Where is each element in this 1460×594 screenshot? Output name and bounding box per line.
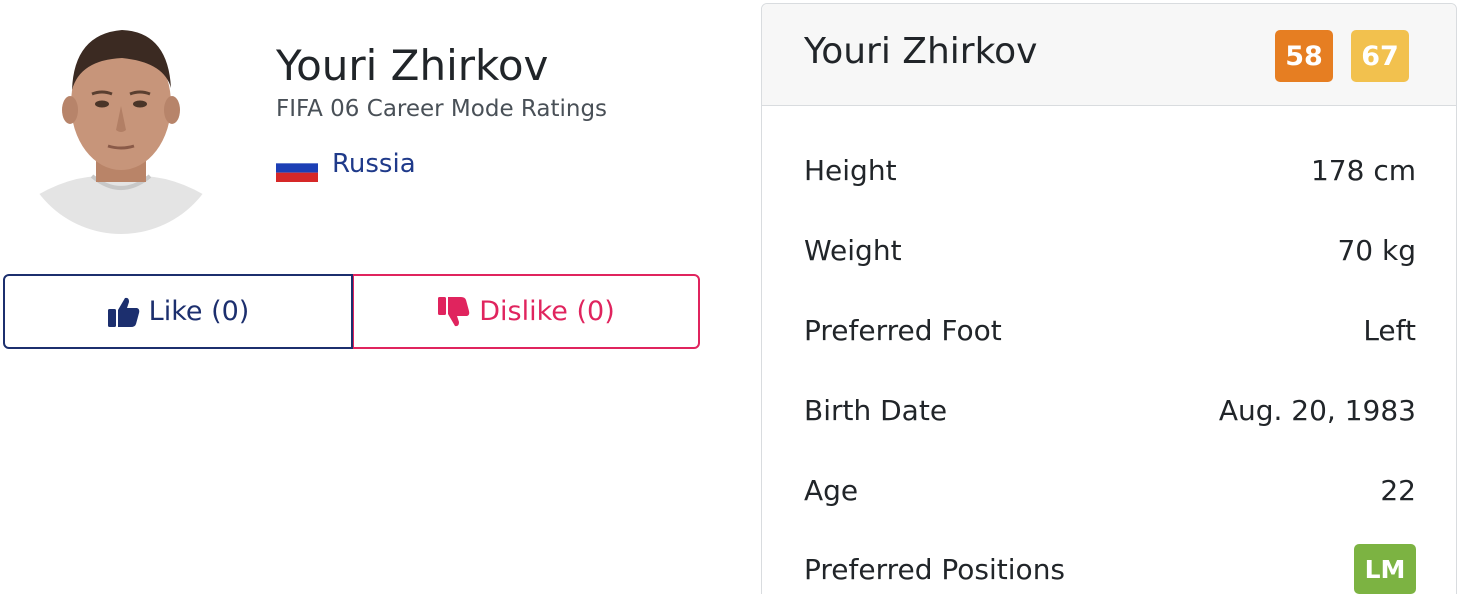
dislike-button[interactable]: Dislike (0) <box>353 274 700 349</box>
attribute-row-weight: Weight 70 kg <box>804 230 1416 270</box>
attribute-label: Age <box>804 473 859 507</box>
attribute-row-age: Age 22 <box>804 470 1416 510</box>
attribute-label: Preferred Positions <box>804 552 1066 586</box>
player-name: Youri Zhirkov <box>276 41 549 90</box>
attribute-value: 22 <box>1380 473 1416 507</box>
position-badge[interactable]: LM <box>1354 544 1416 594</box>
card-header: Youri Zhirkov 58 67 <box>762 4 1456 106</box>
attribute-label: Birth Date <box>804 393 948 427</box>
attribute-row-preferred-positions: Preferred Positions LM <box>804 544 1416 594</box>
nation-link[interactable]: Russia <box>276 146 416 182</box>
dislike-label: Dislike (0) <box>479 296 615 327</box>
player-avatar <box>18 18 224 244</box>
russia-flag-icon <box>276 154 318 182</box>
player-page: Youri Zhirkov FIFA 06 Career Mode Rating… <box>0 0 1460 594</box>
attribute-value: 70 kg <box>1337 233 1416 267</box>
attribute-value: Left <box>1363 313 1416 347</box>
attribute-row-preferred-foot: Preferred Foot Left <box>804 310 1416 350</box>
attribute-value: 178 cm <box>1310 153 1416 187</box>
thumbs-down-icon <box>437 296 471 328</box>
player-info-card: Youri Zhirkov 58 67 Height 178 cm Weight… <box>761 3 1457 594</box>
overall-rating-badge: 58 <box>1275 30 1333 82</box>
potential-rating-badge: 67 <box>1351 30 1409 82</box>
like-button[interactable]: Like (0) <box>3 274 353 349</box>
nation-name[interactable]: Russia <box>332 146 416 182</box>
thumbs-up-icon <box>107 296 141 328</box>
attribute-label: Preferred Foot <box>804 313 1002 347</box>
card-title: Youri Zhirkov <box>804 31 1038 72</box>
attribute-value: Aug. 20, 1983 <box>1218 393 1416 427</box>
attribute-label: Height <box>804 153 897 187</box>
like-label: Like (0) <box>148 296 250 327</box>
attribute-label: Weight <box>804 233 902 267</box>
attribute-row-height: Height 178 cm <box>804 150 1416 190</box>
page-subtitle: FIFA 06 Career Mode Ratings <box>276 96 608 122</box>
vote-button-group: Like (0) Dislike (0) <box>3 274 700 349</box>
attribute-row-birth-date: Birth Date Aug. 20, 1983 <box>804 390 1416 430</box>
